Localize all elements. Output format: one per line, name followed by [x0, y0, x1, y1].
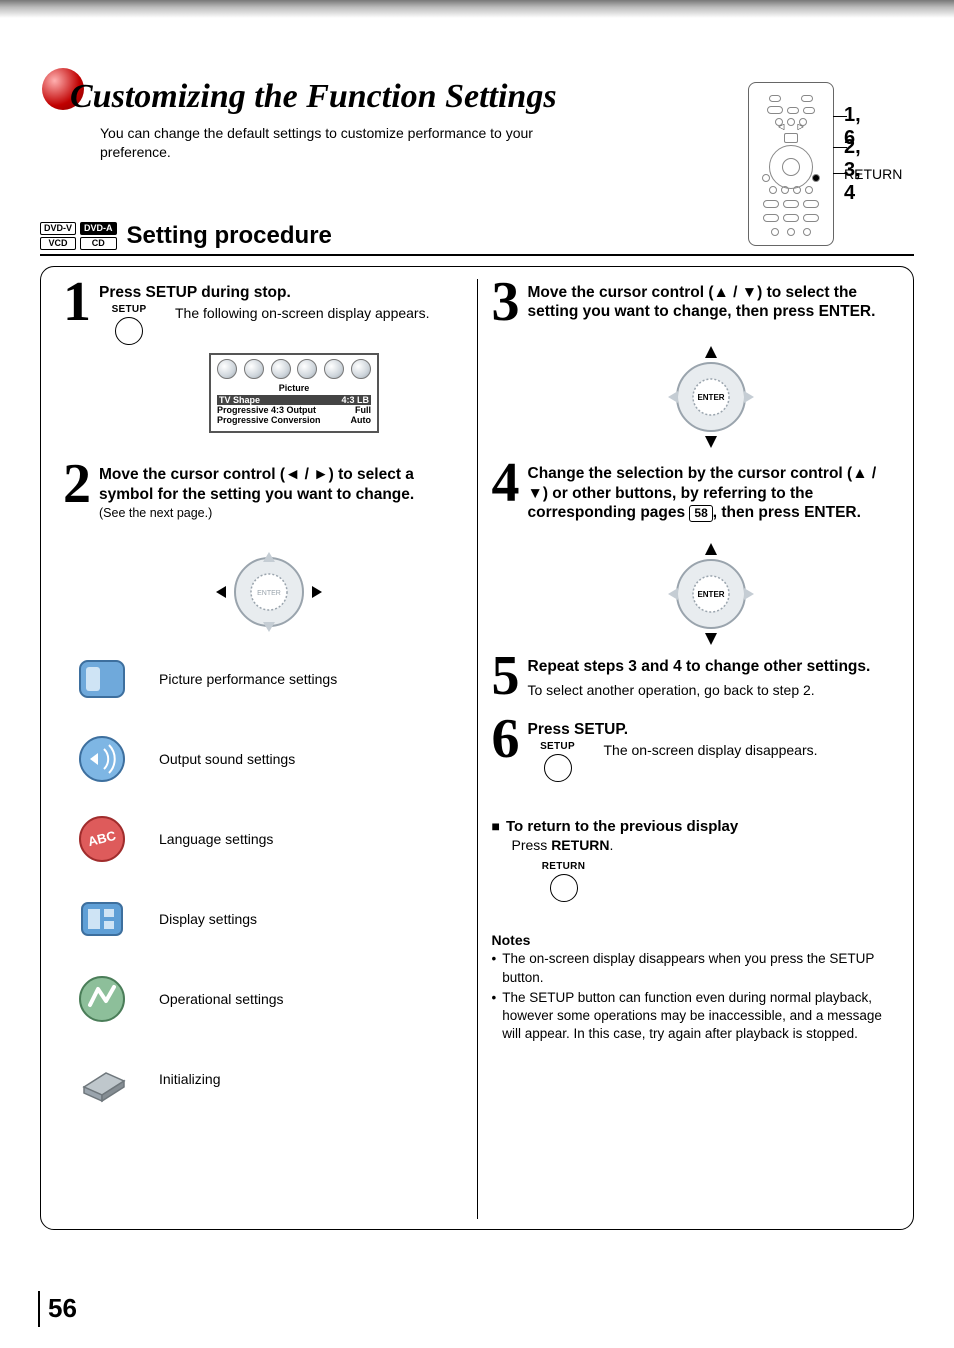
- category-label: Output sound settings: [159, 751, 295, 767]
- picture-icon: [75, 652, 129, 706]
- category-initializing: Initializing: [75, 1052, 463, 1106]
- cursor-pad-horizontal-icon: ENTER: [214, 542, 324, 642]
- page-number: 56: [48, 1293, 77, 1324]
- step-number: 5: [492, 653, 520, 701]
- setup-label: SETUP: [528, 741, 588, 752]
- display-icon: [75, 892, 129, 946]
- step-6: 6 Press SETUP. SETUP The on-screen displ…: [492, 720, 892, 782]
- osd-row-label: TV Shape: [219, 395, 260, 405]
- procedure-box: 1 Press SETUP during stop. SETUP The fol…: [40, 266, 914, 1230]
- enter-label: ENTER: [698, 590, 725, 599]
- setup-button-icon: [544, 754, 572, 782]
- badge-cd: CD: [80, 237, 117, 250]
- step-number: 2: [63, 461, 91, 526]
- step-2: 2 Move the cursor control (◄ / ►) to sel…: [63, 465, 463, 526]
- return-heading: ■To return to the previous display: [492, 818, 892, 835]
- step-3: 3 Move the cursor control (▲ / ▼) to sel…: [492, 283, 892, 327]
- right-column: 3 Move the cursor control (▲ / ▼) to sel…: [478, 283, 906, 1215]
- step-1-title: Press SETUP during stop.: [99, 283, 463, 302]
- osd-icon: [271, 359, 291, 379]
- enter-label: ENTER: [698, 393, 725, 402]
- page-subtitle: You can change the default settings to c…: [100, 124, 580, 162]
- left-column: 1 Press SETUP during stop. SETUP The fol…: [49, 283, 477, 1215]
- remote-diagram: ◁ ▷ 1, 6 2, 3, 4 RETURN: [748, 82, 834, 246]
- language-icon: ABC: [75, 812, 129, 866]
- remote-callout-return: RETURN: [844, 166, 902, 182]
- osd-row-value: 4:3 LB: [341, 395, 369, 405]
- step-5-title: Repeat steps 3 and 4 to change other set…: [528, 657, 892, 676]
- category-label: Picture performance settings: [159, 671, 337, 687]
- osd-row-value: Auto: [351, 415, 372, 425]
- badge-dvdv: DVD-V: [40, 222, 76, 235]
- osd-row-label: Progressive Conversion: [217, 415, 321, 425]
- see-next-page: (See the next page.): [99, 506, 463, 520]
- page-title: Customizing the Function Settings: [70, 78, 580, 116]
- step-6-title: Press SETUP.: [528, 720, 892, 739]
- osd-icon: [324, 359, 344, 379]
- step-1-body: The following on-screen display appears.: [175, 304, 463, 345]
- category-language: ABC Language settings: [75, 812, 463, 866]
- cursor-pad-vertical-icon: ENTER: [656, 539, 766, 649]
- step-4-title: Change the selection by the cursor contr…: [528, 464, 892, 522]
- category-display: Display settings: [75, 892, 463, 946]
- return-label: RETURN: [534, 861, 594, 872]
- category-label: Initializing: [159, 1071, 220, 1087]
- return-button-icon: [550, 874, 578, 902]
- category-label: Operational settings: [159, 991, 284, 1007]
- step-5-body: To select another operation, go back to …: [528, 682, 892, 698]
- step-4: 4 Change the selection by the cursor con…: [492, 464, 892, 522]
- osd-row-value: Full: [355, 405, 371, 415]
- section-title: Setting procedure: [127, 222, 332, 250]
- osd-icon: [217, 359, 237, 379]
- setup-label: SETUP: [99, 304, 159, 315]
- osd-icon: [244, 359, 264, 379]
- header: Customizing the Function Settings You ca…: [0, 18, 954, 162]
- operational-icon: [75, 972, 129, 1026]
- step-3-title: Move the cursor control (▲ / ▼) to selec…: [528, 283, 892, 322]
- page: Customizing the Function Settings You ca…: [0, 0, 954, 1348]
- step-number: 1: [63, 279, 91, 441]
- remote-body: ◁ ▷: [748, 82, 834, 246]
- setup-button-icon: [115, 317, 143, 345]
- step-number: 6: [492, 716, 520, 782]
- category-sound: Output sound settings: [75, 732, 463, 786]
- disc-badges: DVD-V DVD-A VCD CD: [40, 222, 117, 250]
- category-label: Display settings: [159, 911, 257, 927]
- cursor-pad-vertical-icon: ENTER: [656, 342, 766, 452]
- step-1: 1 Press SETUP during stop. SETUP The fol…: [63, 283, 463, 441]
- step-number: 3: [492, 279, 520, 327]
- note-item: • The on-screen display disappears when …: [492, 950, 892, 986]
- badge-dvda: DVD-A: [80, 222, 117, 235]
- category-label: Language settings: [159, 831, 273, 847]
- notes-heading: Notes: [492, 932, 892, 948]
- return-instruction: Press RETURN.: [512, 837, 892, 853]
- step-5: 5 Repeat steps 3 and 4 to change other s…: [492, 657, 892, 701]
- sound-icon: [75, 732, 129, 786]
- step-2-title: Move the cursor control (◄ / ►) to selec…: [99, 465, 463, 504]
- return-button-graphic: RETURN: [534, 861, 594, 902]
- step-number: 4: [492, 460, 520, 522]
- initializing-icon: [75, 1052, 129, 1106]
- osd-row-label: Progressive 4:3 Output: [217, 405, 316, 415]
- osd-heading: Picture: [217, 383, 371, 393]
- osd-icon: [297, 359, 317, 379]
- osd-icon: [351, 359, 371, 379]
- category-operational: Operational settings: [75, 972, 463, 1026]
- note-item: • The SETUP button can function even dur…: [492, 989, 892, 1044]
- decorative-top-gradient: [0, 0, 954, 18]
- step-6-body: The on-screen display disappears.: [604, 741, 892, 782]
- svg-text:ENTER: ENTER: [257, 590, 281, 597]
- badge-vcd: VCD: [40, 237, 76, 250]
- page-reference: 58: [689, 505, 712, 521]
- osd-preview: Picture TV Shape 4:3 LB Progressive 4:3 …: [209, 353, 379, 433]
- category-picture: Picture performance settings: [75, 652, 463, 706]
